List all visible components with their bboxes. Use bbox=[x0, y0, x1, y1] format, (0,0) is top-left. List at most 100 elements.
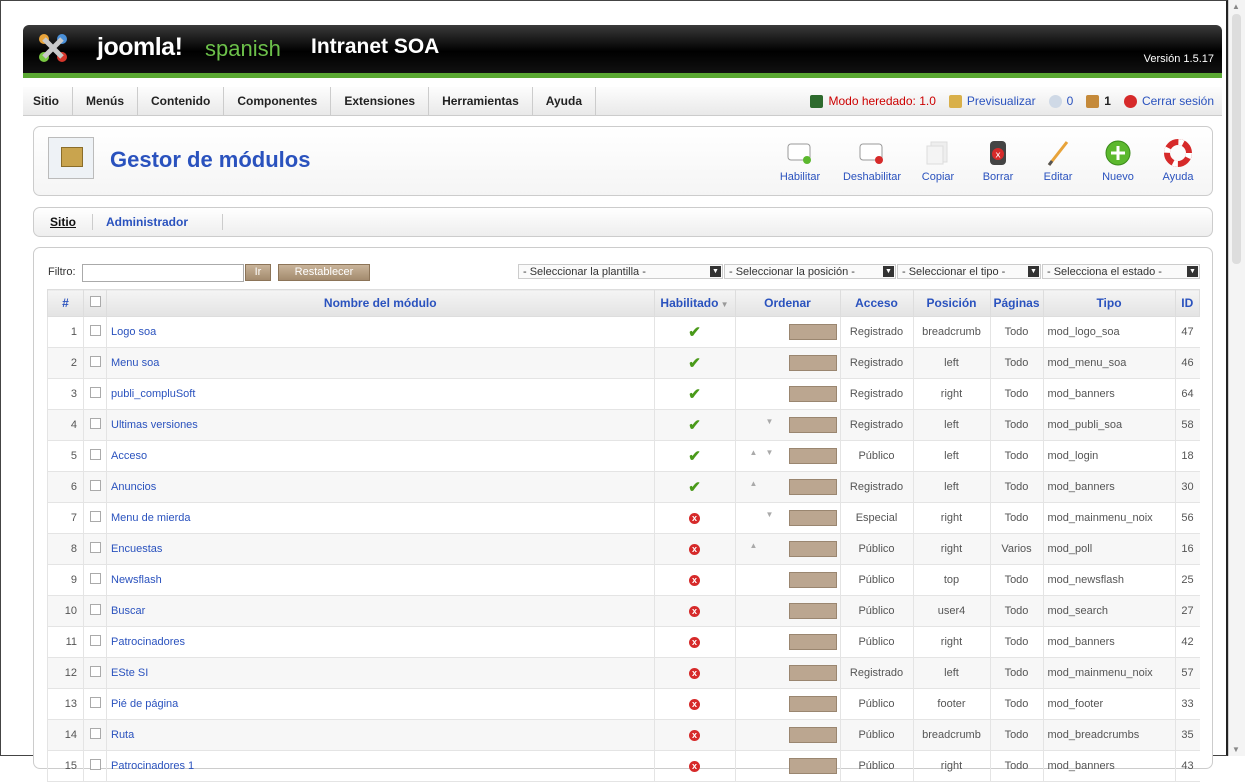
enabled-check-icon[interactable]: ✔ bbox=[688, 417, 701, 434]
filter-input[interactable] bbox=[82, 264, 244, 282]
edit-button[interactable]: Editar bbox=[1028, 135, 1088, 183]
move-down-icon[interactable]: ▼ bbox=[766, 417, 774, 426]
col-name[interactable]: Nombre del módulo bbox=[106, 289, 655, 317]
delete-button[interactable]: x Borrar bbox=[968, 135, 1028, 183]
row-checkbox[interactable] bbox=[89, 325, 101, 336]
module-name-link[interactable]: Anuncios bbox=[106, 471, 654, 503]
enabled-check-icon[interactable]: ✔ bbox=[688, 355, 701, 372]
access-link[interactable]: Público bbox=[839, 440, 913, 472]
order-input[interactable] bbox=[788, 541, 837, 557]
row-checkbox[interactable] bbox=[89, 480, 101, 491]
access-link[interactable]: Público bbox=[839, 626, 913, 658]
subnav-site-tab[interactable]: Sitio bbox=[50, 215, 76, 229]
help-button[interactable]: Ayuda bbox=[1148, 135, 1208, 183]
row-checkbox[interactable] bbox=[89, 666, 101, 677]
enabled-check-icon[interactable]: ✔ bbox=[688, 479, 701, 496]
subnav-admin-tab[interactable]: Administrador bbox=[106, 215, 188, 229]
order-input[interactable] bbox=[788, 603, 837, 619]
row-checkbox[interactable] bbox=[89, 759, 101, 770]
order-input[interactable] bbox=[788, 696, 837, 712]
disabled-x-icon[interactable]: x bbox=[689, 575, 700, 586]
messages-count[interactable]: 0 bbox=[1067, 87, 1074, 115]
row-checkbox[interactable] bbox=[89, 449, 101, 460]
vertical-scrollbar[interactable]: ▲ ▼ bbox=[1228, 0, 1245, 756]
module-name-link[interactable]: Acceso bbox=[106, 440, 654, 472]
menu-item-2[interactable]: Contenido bbox=[138, 87, 225, 115]
disabled-x-icon[interactable]: x bbox=[689, 637, 700, 648]
access-link[interactable]: Registrado bbox=[839, 316, 913, 348]
module-name-link[interactable]: Pié de página bbox=[106, 688, 654, 720]
order-input[interactable] bbox=[788, 510, 837, 526]
row-checkbox[interactable] bbox=[89, 728, 101, 739]
row-checkbox[interactable] bbox=[89, 604, 101, 615]
access-link[interactable]: Registrado bbox=[839, 657, 913, 689]
new-button[interactable]: Nuevo bbox=[1088, 135, 1148, 183]
order-input[interactable] bbox=[788, 572, 837, 588]
move-up-icon[interactable]: ▲ bbox=[750, 541, 758, 550]
users-count[interactable]: 1 bbox=[1104, 87, 1111, 115]
module-name-link[interactable]: Newsflash bbox=[106, 564, 654, 596]
access-link[interactable]: Público bbox=[839, 688, 913, 720]
col-id[interactable]: ID bbox=[1174, 289, 1200, 317]
order-input[interactable] bbox=[788, 355, 837, 371]
menu-item-6[interactable]: Ayuda bbox=[533, 87, 597, 115]
row-checkbox[interactable] bbox=[89, 635, 101, 646]
order-input[interactable] bbox=[788, 634, 837, 650]
access-link[interactable]: Público bbox=[839, 533, 913, 565]
disabled-x-icon[interactable]: x bbox=[689, 730, 700, 741]
module-name-link[interactable]: Encuestas bbox=[106, 533, 654, 565]
menu-item-3[interactable]: Componentes bbox=[224, 87, 332, 115]
order-input[interactable] bbox=[788, 665, 837, 681]
access-link[interactable]: Registrado bbox=[839, 409, 913, 441]
reset-button[interactable]: Restablecer bbox=[278, 264, 370, 281]
disabled-x-icon[interactable]: x bbox=[689, 761, 700, 772]
module-name-link[interactable]: Ruta bbox=[106, 719, 654, 751]
type-select[interactable]: - Seleccionar el tipo - ▼ bbox=[897, 264, 1041, 279]
move-down-icon[interactable]: ▼ bbox=[766, 448, 774, 457]
menu-item-0[interactable]: Sitio bbox=[23, 87, 73, 115]
order-input[interactable] bbox=[788, 448, 837, 464]
disabled-x-icon[interactable]: x bbox=[689, 606, 700, 617]
module-name-link[interactable]: ESte SI bbox=[106, 657, 654, 689]
order-input[interactable] bbox=[788, 417, 837, 433]
menu-item-5[interactable]: Herramientas bbox=[429, 87, 533, 115]
order-input[interactable] bbox=[788, 758, 837, 774]
go-button[interactable]: Ir bbox=[245, 264, 271, 281]
access-link[interactable]: Público bbox=[839, 564, 913, 596]
enable-button[interactable]: Habilitar bbox=[764, 135, 836, 183]
module-name-link[interactable]: Menu soa bbox=[106, 347, 654, 379]
move-down-icon[interactable]: ▼ bbox=[766, 510, 774, 519]
access-link[interactable]: Registrado bbox=[839, 378, 913, 410]
module-name-link[interactable]: Menu de mierda bbox=[106, 502, 654, 534]
col-type[interactable]: Tipo bbox=[1042, 289, 1176, 317]
disabled-x-icon[interactable]: x bbox=[689, 668, 700, 679]
access-link[interactable]: Público bbox=[839, 750, 913, 782]
move-up-icon[interactable]: ▲ bbox=[750, 448, 758, 457]
disable-button[interactable]: Deshabilitar bbox=[836, 135, 908, 183]
scroll-down-icon[interactable]: ▼ bbox=[1232, 745, 1240, 754]
enabled-check-icon[interactable]: ✔ bbox=[688, 324, 701, 341]
row-checkbox[interactable] bbox=[89, 387, 101, 398]
order-input[interactable] bbox=[788, 479, 837, 495]
scrollbar-thumb[interactable] bbox=[1232, 14, 1241, 264]
menu-item-4[interactable]: Extensiones bbox=[331, 87, 430, 115]
row-checkbox[interactable] bbox=[89, 542, 101, 553]
access-link[interactable]: Especial bbox=[839, 502, 913, 534]
menu-item-1[interactable]: Menús bbox=[73, 87, 139, 115]
col-access[interactable]: Acceso bbox=[839, 289, 914, 317]
module-name-link[interactable]: Buscar bbox=[106, 595, 654, 627]
order-input[interactable] bbox=[788, 324, 837, 340]
state-select[interactable]: - Selecciona el estado - ▼ bbox=[1042, 264, 1200, 279]
order-input[interactable] bbox=[788, 386, 837, 402]
col-position[interactable]: Posición bbox=[912, 289, 991, 317]
copy-button[interactable]: Copiar bbox=[908, 135, 968, 183]
logout-link[interactable]: Cerrar sesión bbox=[1142, 87, 1214, 115]
preview-link[interactable]: Previsualizar bbox=[967, 87, 1036, 115]
enabled-check-icon[interactable]: ✔ bbox=[688, 448, 701, 465]
scroll-up-icon[interactable]: ▲ bbox=[1232, 2, 1240, 11]
disabled-x-icon[interactable]: x bbox=[689, 513, 700, 524]
col-pages[interactable]: Páginas bbox=[989, 289, 1044, 317]
row-checkbox[interactable] bbox=[89, 356, 101, 367]
row-checkbox[interactable] bbox=[89, 697, 101, 708]
template-select[interactable]: - Seleccionar la plantilla - ▼ bbox=[518, 264, 723, 279]
